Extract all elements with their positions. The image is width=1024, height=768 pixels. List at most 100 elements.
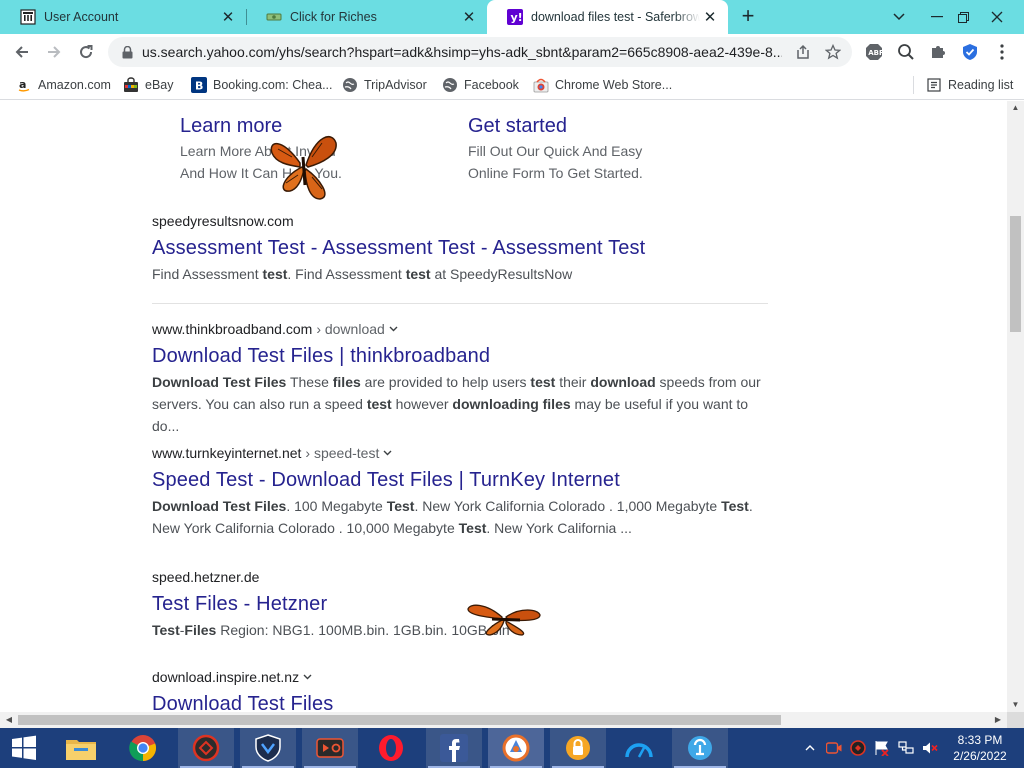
file-explorer-icon[interactable] <box>58 728 104 768</box>
result-title[interactable]: Assessment Test - Assessment Test - Asse… <box>152 237 768 260</box>
reading-list-icon <box>926 77 942 93</box>
bookmark-ebay[interactable]: eBay <box>123 75 174 95</box>
bookmark-chrome-web-store[interactable]: Chrome Web Store... <box>533 75 672 95</box>
snippet-highlight: test <box>530 374 556 390</box>
tab-click-for-riches[interactable]: Click for Riches ✕ <box>246 0 487 34</box>
horizontal-scrollbar[interactable]: ◀ ▶ <box>0 712 1007 728</box>
restore-button[interactable] <box>946 0 980 34</box>
close-tab-icon[interactable]: ✕ <box>700 7 720 27</box>
bookmark-tripadvisor[interactable]: TripAdvisor <box>342 75 427 95</box>
menu-kebab-icon[interactable] <box>992 42 1012 62</box>
result-url[interactable]: download.inspire.net.nz <box>152 667 768 687</box>
yahoo-icon: y! <box>507 9 523 25</box>
result-url[interactable]: speed.hetzner.de <box>152 567 768 587</box>
result-title[interactable]: Download Test Files <box>152 693 768 712</box>
start-button[interactable] <box>0 728 48 768</box>
cleaner-app-icon[interactable] <box>672 728 728 768</box>
result-title[interactable]: Speed Test - Download Test Files | TurnK… <box>152 469 768 492</box>
sitelink-title[interactable]: Get started <box>468 115 643 138</box>
close-window-button[interactable] <box>980 0 1014 34</box>
snippet-highlight: test <box>405 266 431 282</box>
bookmark-label: Facebook <box>464 78 519 92</box>
extensions-puzzle-icon[interactable] <box>928 42 948 62</box>
tab-download-files-test[interactable]: y! download files test - Saferbrowse ✕ <box>487 0 728 34</box>
svg-text:y!: y! <box>511 11 523 24</box>
result-url[interactable]: speedyresultsnow.com <box>152 211 768 231</box>
network-icon[interactable] <box>898 740 914 756</box>
tab-user-account[interactable]: User Account ✕ <box>0 0 246 34</box>
reading-list-button[interactable]: Reading list <box>926 75 1013 95</box>
adblock-extension-icon[interactable]: ABP <box>864 42 884 62</box>
svg-text:a: a <box>19 78 26 91</box>
show-hidden-icons-chevron-icon[interactable] <box>802 740 818 756</box>
sitelink-desc-line-2: Online Form To Get Started. <box>468 165 643 181</box>
tab-search-button[interactable] <box>882 0 916 34</box>
scroll-up-arrow-icon[interactable]: ▲ <box>1007 101 1024 115</box>
bookmark-label: Chrome Web Store... <box>555 78 673 92</box>
video-recorder-icon[interactable] <box>302 728 358 768</box>
search-result: www.thinkbroadband.com › download Downlo… <box>152 319 768 437</box>
back-button[interactable] <box>8 38 36 66</box>
zoom-search-icon[interactable] <box>896 42 916 62</box>
snippet-highlight: Download Test Files <box>152 498 287 514</box>
result-url[interactable]: www.thinkbroadband.com › download <box>152 319 768 339</box>
windows-logo-icon <box>12 735 36 760</box>
tray-game-icon[interactable] <box>850 740 866 756</box>
browser-app-icon[interactable] <box>488 728 544 768</box>
new-tab-button[interactable]: + <box>736 5 760 29</box>
url-text[interactable]: us.search.yahoo.com/yhs/search?hspart=ad… <box>142 44 782 60</box>
result-title[interactable]: Download Test Files | thinkbroadband <box>152 345 768 368</box>
search-result: speed.hetzner.de Test Files - Hetzner Te… <box>152 567 768 641</box>
volume-muted-icon[interactable] <box>922 740 938 756</box>
scroll-down-arrow-icon[interactable]: ▼ <box>1007 698 1024 712</box>
scroll-right-arrow-icon[interactable]: ▶ <box>991 712 1005 728</box>
close-tab-icon[interactable]: ✕ <box>459 7 479 27</box>
result-domain: speedyresultsnow.com <box>152 213 294 229</box>
sitelink-desc-line-1: Fill Out Our Quick And Easy <box>468 143 643 159</box>
shield-app-icon[interactable] <box>240 728 296 768</box>
snippet-highlight: Test <box>721 498 749 514</box>
globe-icon <box>342 77 358 93</box>
facebook-icon[interactable] <box>426 728 482 768</box>
result-title[interactable]: Test Files - Hetzner <box>152 593 768 616</box>
shield-extension-icon[interactable] <box>960 42 980 62</box>
bookmark-booking[interactable]: B Booking.com: Chea... <box>191 75 333 95</box>
search-results-page: Learn more Learn More About Invalid And … <box>0 101 1007 712</box>
game-app-icon[interactable] <box>178 728 234 768</box>
bookmark-star-icon[interactable] <box>824 43 842 61</box>
result-snippet: Download Test Files. 100 Megabyte Test. … <box>152 495 768 539</box>
result-domain: speed.hetzner.de <box>152 569 260 585</box>
chevron-down-icon[interactable] <box>303 672 312 683</box>
reload-button[interactable] <box>72 38 100 66</box>
forward-button[interactable] <box>40 38 68 66</box>
opera-icon[interactable] <box>368 728 414 768</box>
vertical-scrollbar[interactable]: ▲ ▼ <box>1007 101 1024 712</box>
chevron-down-icon[interactable] <box>383 448 392 459</box>
tray-recorder-icon[interactable] <box>826 740 842 756</box>
bookmark-label: Amazon.com <box>38 78 111 92</box>
bookmark-facebook[interactable]: Facebook <box>442 75 519 95</box>
tab-title: download files test - Saferbrowse <box>531 10 700 24</box>
chrome-icon[interactable] <box>120 728 166 768</box>
tray-flag-icon[interactable] <box>874 740 890 756</box>
bookmark-amazon[interactable]: a Amazon.com <box>16 75 111 95</box>
address-bar[interactable]: us.search.yahoo.com/yhs/search?hspart=ad… <box>108 37 852 67</box>
snippet-highlight: test <box>262 266 288 282</box>
scroll-left-arrow-icon[interactable]: ◀ <box>2 712 16 728</box>
result-url[interactable]: www.turnkeyinternet.net › speed-test <box>152 443 768 463</box>
horizontal-scroll-thumb[interactable] <box>18 715 781 725</box>
snippet-text: . 100 Megabyte <box>286 498 387 514</box>
lock-icon[interactable] <box>120 45 134 59</box>
snippet-text: however <box>391 396 453 412</box>
browser-toolbar: us.search.yahoo.com/yhs/search?hspart=ad… <box>0 34 1024 70</box>
vpn-app-icon[interactable] <box>550 728 606 768</box>
system-clock[interactable]: 8:33 PM 2/26/2022 <box>948 732 1012 764</box>
ad-divider <box>152 303 768 304</box>
close-tab-icon[interactable]: ✕ <box>218 7 238 27</box>
snippet-highlight: Download Test Files <box>152 374 287 390</box>
chevron-down-icon[interactable] <box>389 324 398 335</box>
vertical-scroll-thumb[interactable] <box>1010 216 1021 332</box>
speedometer-app-icon[interactable] <box>614 728 664 768</box>
share-icon[interactable] <box>794 43 812 61</box>
snippet-highlight: Files <box>184 622 217 638</box>
